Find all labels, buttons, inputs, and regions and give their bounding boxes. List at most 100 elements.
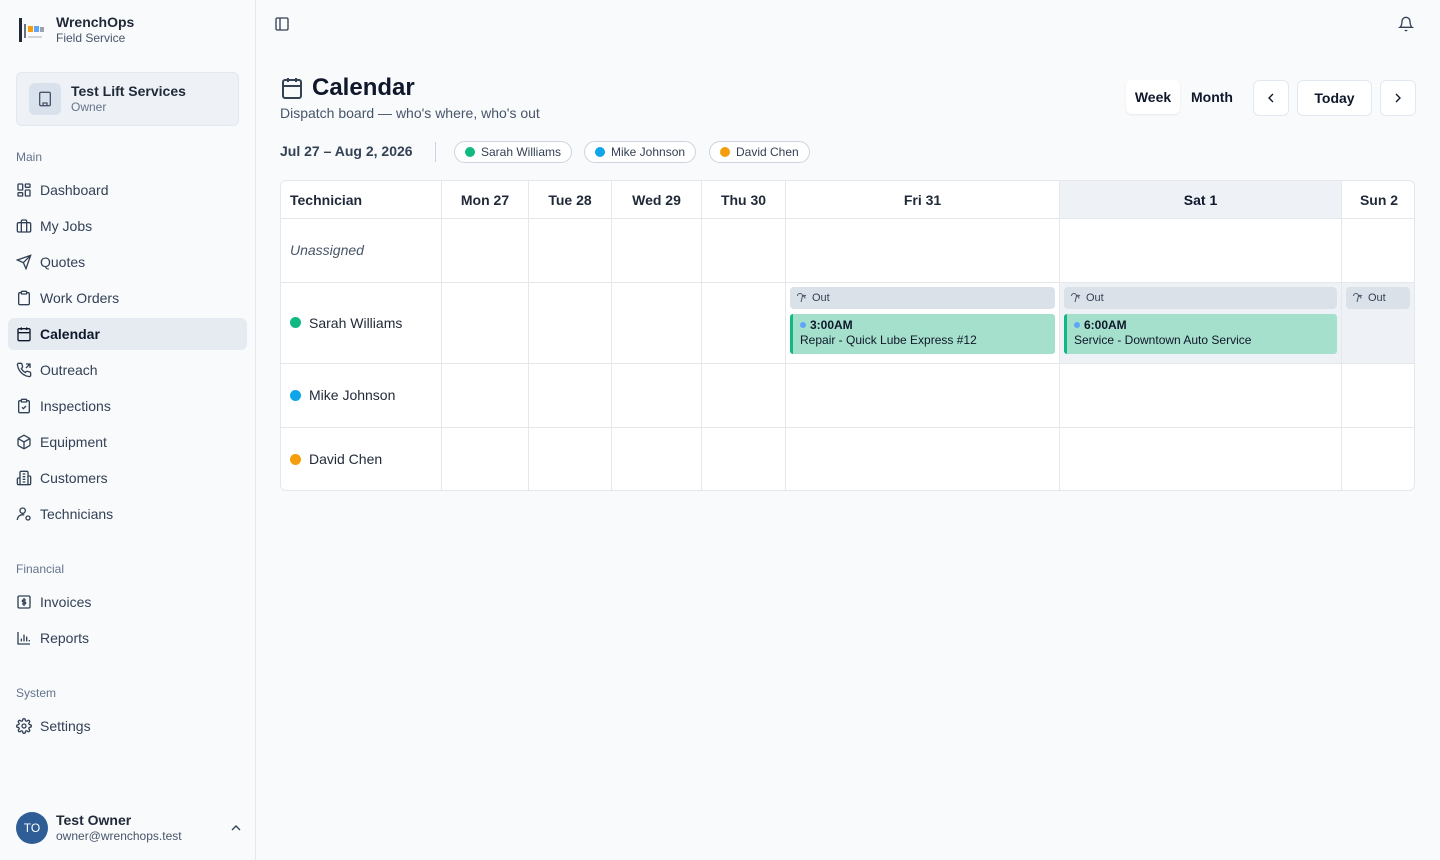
- user-menu[interactable]: TO Test Owner owner@wrenchops.test: [16, 810, 244, 846]
- tech-color-dot: [290, 317, 301, 328]
- bell-icon[interactable]: [1396, 14, 1416, 34]
- nav-item-technicians[interactable]: Technicians: [8, 498, 247, 530]
- day-header-wed: Wed 29: [632, 191, 681, 208]
- tech-color-dot: [720, 147, 730, 157]
- time-off-badge[interactable]: Out: [790, 287, 1055, 309]
- palm-tree-icon: [1353, 292, 1363, 303]
- phone-icon: [16, 362, 32, 378]
- calendar-icon: [282, 78, 302, 99]
- nav-item-dashboard[interactable]: Dashboard: [8, 174, 247, 206]
- nav-item-label: Customers: [40, 470, 108, 486]
- gear-icon: [16, 718, 32, 734]
- org-role: Owner: [71, 100, 107, 114]
- page-subtitle: Dispatch board — who's where, who's out: [280, 105, 540, 121]
- calendar-icon: [17, 327, 31, 342]
- nav-item-label: Reports: [40, 630, 90, 646]
- nav-item-label: Quotes: [40, 254, 86, 270]
- row-label-unassigned: Unassigned: [290, 242, 364, 258]
- org-switcher[interactable]: Test Lift Services Owner: [16, 72, 239, 126]
- tech-color-dot: [290, 453, 301, 465]
- avatar: TO: [16, 812, 48, 844]
- nav-item-calendar[interactable]: Calendar: [8, 318, 247, 350]
- status-dot: [800, 322, 806, 328]
- tech-filter-chip[interactable]: Mike Johnson: [584, 141, 697, 163]
- page-title: Calendar: [312, 74, 415, 101]
- user-email: owner@wrenchops.test: [56, 829, 182, 843]
- brand-logo-icon: [16, 14, 46, 46]
- user-name: Test Owner: [56, 812, 132, 828]
- nav-item-invoices[interactable]: Invoices: [8, 586, 247, 618]
- nav-item-label: Invoices: [40, 594, 92, 610]
- sidebar: WrenchOps Field Service Test Lift Servic…: [0, 0, 256, 860]
- day-header-thu: Thu 30: [720, 191, 767, 208]
- job-time: 3:00AM: [810, 318, 853, 332]
- status-dot: [1074, 322, 1080, 328]
- chevron-left-icon: [1268, 93, 1274, 103]
- brand-title: WrenchOps: [56, 14, 135, 30]
- nav-section-system: System: [16, 686, 57, 700]
- divider: [435, 142, 436, 162]
- package-icon: [17, 434, 31, 450]
- out-label: Out: [1368, 292, 1386, 304]
- nav-item-reports[interactable]: Reports: [8, 622, 247, 654]
- user-cog-icon: [16, 507, 31, 521]
- tech-filter-chip[interactable]: David Chen: [709, 141, 810, 163]
- today-button[interactable]: Today: [1297, 80, 1372, 116]
- dispatch-board: Technician Mon 27 Tue 28 Wed 29 Thu 30 F…: [280, 180, 1415, 491]
- view-week-button[interactable]: Week: [1126, 80, 1180, 114]
- tech-color-dot: [465, 147, 475, 157]
- day-header-tue: Tue 28: [548, 191, 592, 208]
- time-off-badge[interactable]: Out: [1064, 287, 1337, 309]
- chevron-right-icon: [1395, 93, 1401, 103]
- dashboard-icon: [17, 183, 31, 197]
- out-label: Out: [1086, 292, 1104, 304]
- day-header-fri: Fri 31: [903, 191, 942, 208]
- day-header-sun: Sun 2: [1359, 191, 1399, 208]
- job-card[interactable]: 3:00AM Repair - Quick Lube Express #12: [790, 314, 1055, 354]
- nav-item-equipment[interactable]: Equipment: [8, 426, 247, 458]
- tech-name: Mike Johnson: [309, 387, 396, 403]
- row-label-tech[interactable]: Sarah Williams: [290, 282, 402, 363]
- day-header-sat: Sat 1: [1183, 191, 1218, 208]
- chip-label: Mike Johnson: [611, 145, 686, 159]
- nav-item-label: Work Orders: [40, 290, 120, 306]
- nav-item-quotes[interactable]: Quotes: [8, 246, 247, 278]
- time-off-badge[interactable]: Out: [1346, 287, 1410, 309]
- tech-color-dot: [290, 389, 301, 401]
- building-icon: [29, 83, 61, 115]
- org-name: Test Lift Services: [71, 83, 186, 99]
- nav-item-settings[interactable]: Settings: [8, 710, 247, 742]
- nav-item-label: Settings: [40, 718, 91, 734]
- tech-name: Sarah Williams: [309, 314, 403, 331]
- chip-label: David Chen: [736, 145, 799, 159]
- view-month-button[interactable]: Month: [1184, 80, 1240, 114]
- nav-item-my-jobs[interactable]: My Jobs: [8, 210, 247, 242]
- bar-chart-icon: [17, 632, 30, 645]
- nav-item-customers[interactable]: Customers: [8, 462, 247, 494]
- out-label: Out: [812, 292, 830, 304]
- date-range: Jul 27 – Aug 2, 2026: [280, 143, 413, 159]
- row-label-tech[interactable]: Mike Johnson: [290, 363, 395, 427]
- sidebar-toggle-icon[interactable]: [272, 14, 292, 34]
- chip-label: Sarah Williams: [481, 145, 562, 159]
- chevron-up-icon: [231, 825, 241, 831]
- job-card[interactable]: 6:00AM Service - Downtown Auto Service: [1064, 314, 1337, 354]
- tech-filter-chip[interactable]: Sarah Williams: [454, 141, 573, 163]
- nav-item-label: Dashboard: [40, 182, 109, 198]
- palm-tree-icon: [1071, 292, 1081, 303]
- clipboard-icon: [18, 290, 30, 306]
- send-icon: [16, 254, 32, 270]
- nav-item-inspections[interactable]: Inspections: [8, 390, 247, 422]
- job-title: Service - Downtown Auto Service: [1074, 333, 1252, 347]
- job-title: Repair - Quick Lube Express #12: [800, 333, 977, 347]
- brand[interactable]: WrenchOps Field Service: [16, 14, 134, 46]
- next-week-button[interactable]: [1380, 80, 1416, 116]
- nav-item-outreach[interactable]: Outreach: [8, 354, 247, 386]
- nav-item-label: Calendar: [40, 326, 100, 342]
- row-label-tech[interactable]: David Chen: [290, 427, 382, 490]
- prev-week-button[interactable]: [1253, 80, 1289, 116]
- nav-item-label: Outreach: [40, 362, 98, 378]
- nav-item-work-orders[interactable]: Work Orders: [8, 282, 247, 314]
- nav-section-main: Main: [16, 150, 43, 164]
- job-time: 6:00AM: [1084, 318, 1127, 332]
